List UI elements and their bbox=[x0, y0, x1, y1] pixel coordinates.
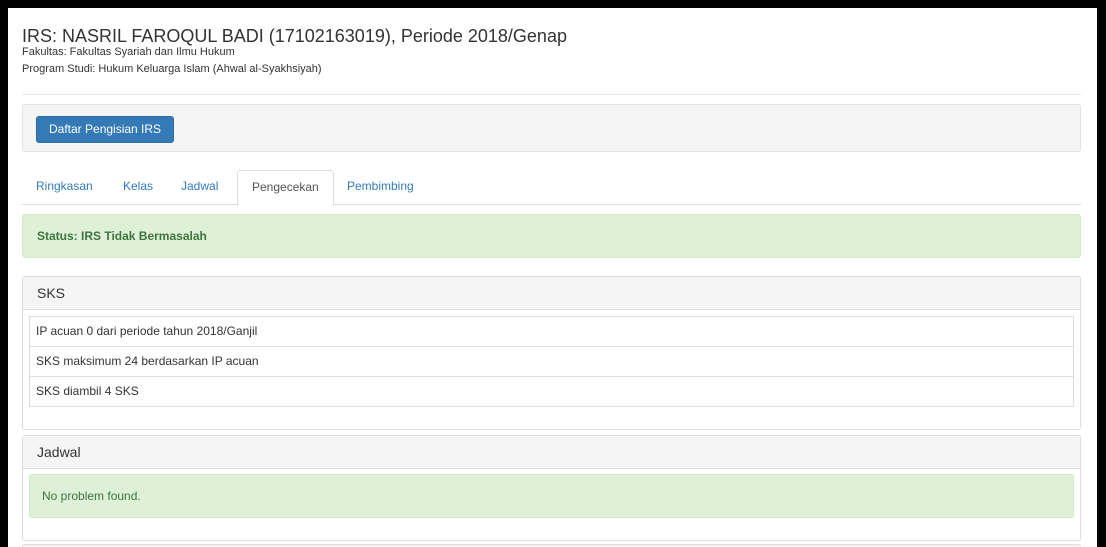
page-frame: IRS: NASRIL FAROQUL BADI (17102163019), … bbox=[8, 8, 1097, 547]
jadwal-panel-title: Jadwal bbox=[23, 436, 1080, 469]
tab-ringkasan[interactable]: Ringkasan bbox=[22, 170, 107, 205]
prodi-label: Program Studi: Hukum Keluarga Islam (Ahw… bbox=[22, 63, 322, 75]
tab-kelas[interactable]: Kelas bbox=[109, 170, 167, 205]
jadwal-status-alert: No problem found. bbox=[29, 474, 1074, 518]
sks-list: IP acuan 0 dari periode tahun 2018/Ganji… bbox=[29, 316, 1074, 407]
jadwal-panel: Jadwal No problem found. bbox=[22, 435, 1081, 541]
list-item: SKS maksimum 24 berdasarkan IP acuan bbox=[29, 346, 1074, 377]
sks-panel: SKS IP acuan 0 dari periode tahun 2018/G… bbox=[22, 276, 1081, 430]
fakultas-label: Fakultas: Fakultas Syariah dan Ilmu Huku… bbox=[22, 46, 235, 58]
tab-pengecekan[interactable]: Pengecekan bbox=[237, 170, 334, 206]
list-item: IP acuan 0 dari periode tahun 2018/Ganji… bbox=[29, 316, 1074, 347]
status-alert: Status: IRS Tidak Bermasalah bbox=[22, 214, 1081, 258]
daftar-pengisian-irs-button[interactable]: Daftar Pengisian IRS bbox=[36, 116, 175, 143]
list-item: SKS diambil 4 SKS bbox=[29, 376, 1074, 407]
tab-jadwal[interactable]: Jadwal bbox=[167, 170, 232, 205]
tab-bar: Ringkasan Kelas Jadwal Pengecekan Pembim… bbox=[22, 170, 1081, 206]
page-title: IRS: NASRIL FAROQUL BADI (17102163019), … bbox=[22, 26, 567, 46]
sks-panel-title: SKS bbox=[23, 277, 1080, 310]
header-divider bbox=[22, 94, 1081, 95]
toolbar-well: Daftar Pengisian IRS bbox=[22, 104, 1081, 152]
tab-pembimbing[interactable]: Pembimbing bbox=[333, 170, 428, 205]
